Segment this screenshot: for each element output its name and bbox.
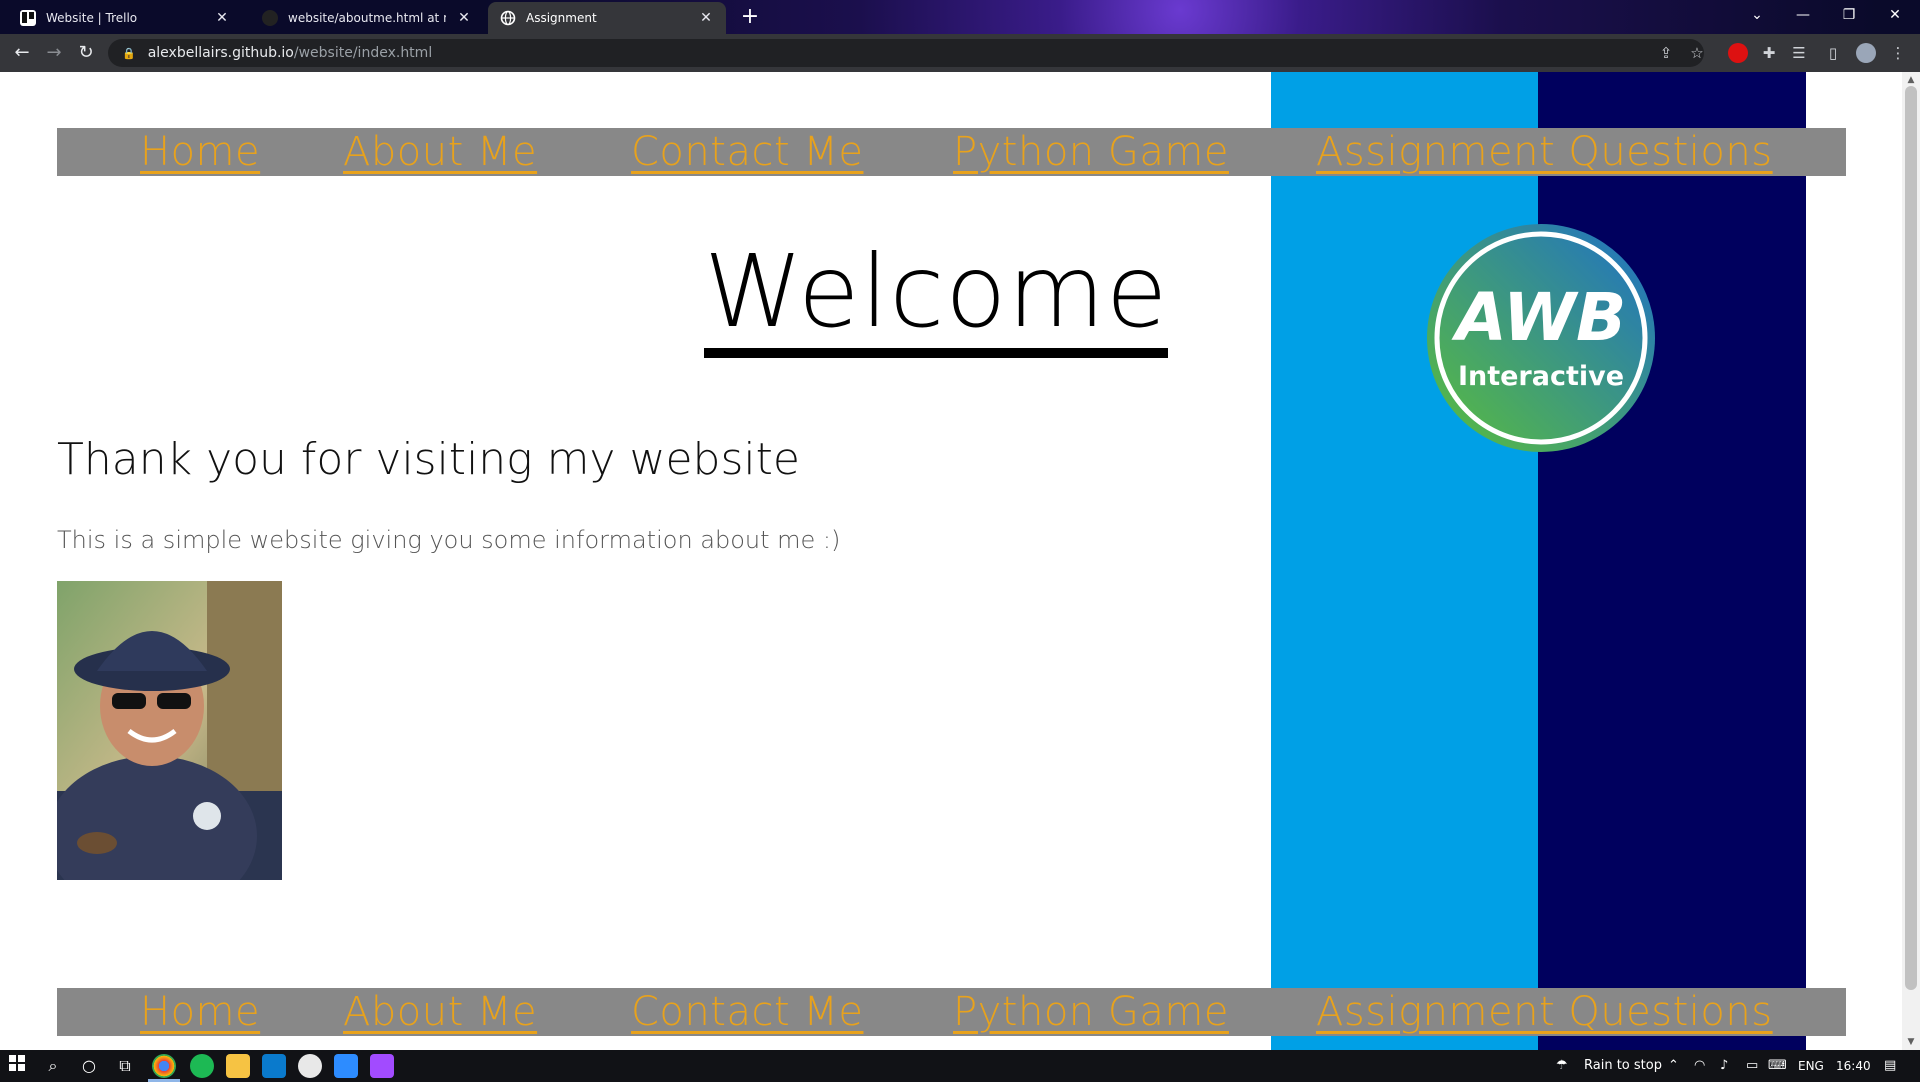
task-view-icon[interactable]: ⧉ (114, 1055, 136, 1077)
decorative-stripe-dark (1538, 72, 1806, 1050)
github-icon (262, 10, 278, 26)
awb-interactive-logo: AWB Interactive (1425, 222, 1657, 454)
volume-icon[interactable]: ♪ (1720, 1050, 1728, 1082)
extensions-puzzle-icon[interactable]: ✚ (1757, 41, 1781, 65)
nav-python-game-link[interactable]: Python Game (953, 988, 1229, 1036)
logo-text: Interactive (1458, 361, 1624, 392)
bottom-navigation: Home About Me Contact Me Python Game Ass… (57, 988, 1846, 1036)
decorative-stripe-light (1271, 72, 1538, 1050)
close-tab-icon[interactable]: ✕ (456, 10, 472, 26)
notifications-icon[interactable]: ▤ (1884, 1050, 1896, 1082)
page-viewport: Home About Me Contact Me Python Game Ass… (0, 72, 1902, 1050)
close-tab-icon[interactable]: ✕ (214, 10, 230, 26)
trello-icon (20, 10, 36, 26)
vscode-taskbar-icon[interactable] (262, 1054, 286, 1078)
intro-paragraph: This is a simple website giving you some… (57, 526, 841, 554)
search-icon[interactable]: ⌕ (42, 1055, 64, 1077)
zoom-taskbar-icon[interactable] (334, 1054, 358, 1078)
media-queue-icon[interactable]: ☰ (1787, 41, 1811, 65)
nav-about-link[interactable]: About Me (343, 128, 537, 176)
profile-photo (57, 581, 282, 880)
share-icon[interactable]: ⇪ (1654, 41, 1678, 65)
weather-icon[interactable]: ☂ (1556, 1050, 1568, 1082)
spotify-taskbar-icon[interactable] (190, 1054, 214, 1078)
file-explorer-taskbar-icon[interactable] (226, 1054, 250, 1078)
menu-kebab-icon[interactable]: ⋮ (1886, 41, 1910, 65)
tray-expand-icon[interactable]: ⌃ (1668, 1050, 1679, 1082)
heart-app-taskbar-icon[interactable] (370, 1054, 394, 1078)
tab-github[interactable]: website/aboutme.html at main · ✕ (250, 2, 484, 34)
forward-icon[interactable]: → (42, 41, 66, 65)
scrollbar-thumb[interactable] (1905, 86, 1917, 990)
close-window-button[interactable]: ✕ (1872, 0, 1918, 30)
cortana-icon[interactable]: ○ (78, 1055, 100, 1077)
scroll-up-arrow[interactable]: ▲ (1902, 74, 1920, 86)
logo-mark: AWB (1451, 279, 1627, 356)
tab-title: Assignment (526, 11, 597, 25)
back-icon[interactable]: ← (10, 41, 34, 65)
nav-home-link[interactable]: Home (140, 988, 260, 1036)
reload-icon[interactable]: ↻ (74, 41, 98, 65)
profile-avatar[interactable] (1856, 43, 1876, 63)
nav-home-link[interactable]: Home (140, 128, 260, 176)
extension-red-icon[interactable] (1728, 43, 1748, 63)
language-indicator[interactable]: ENG (1798, 1050, 1824, 1082)
browser-tab-bar: Website | Trello ✕ website/aboutme.html … (0, 0, 1920, 34)
battery-icon[interactable]: ▭ (1746, 1050, 1758, 1082)
restore-button[interactable]: ❐ (1826, 0, 1872, 30)
scroll-down-arrow[interactable]: ▼ (1902, 1036, 1920, 1048)
globe-icon (500, 10, 516, 26)
close-tab-icon[interactable]: ✕ (698, 10, 714, 26)
network-icon[interactable]: ◠ (1694, 1050, 1705, 1082)
url-host: alexbellairs.github.io (147, 45, 294, 61)
windows-taskbar: ⌕ ○ ⧉ ☂ Rain to stop ⌃ ◠ ♪ ▭ ⌨ ENG 16:40… (0, 1050, 1920, 1082)
minimize-button[interactable]: — (1780, 0, 1826, 30)
tab-assignment[interactable]: Assignment ✕ (488, 2, 726, 34)
nav-python-game-link[interactable]: Python Game (953, 128, 1229, 176)
app-taskbar-icon[interactable] (298, 1054, 322, 1078)
subheading: Thank you for visiting my website (57, 434, 800, 485)
page-title: Welcome (704, 242, 1169, 358)
chrome-taskbar-icon[interactable] (152, 1054, 176, 1078)
weather-text[interactable]: Rain to stop (1584, 1050, 1662, 1082)
bookmark-star-icon[interactable]: ☆ (1685, 41, 1709, 65)
lock-icon: 🔒 (122, 46, 136, 60)
tab-title: website/aboutme.html at main · (288, 11, 446, 25)
url-path: /website/index.html (293, 45, 433, 61)
nav-contact-link[interactable]: Contact Me (631, 128, 863, 176)
tab-trello[interactable]: Website | Trello ✕ (8, 2, 242, 34)
side-panel-icon[interactable]: ▯ (1821, 41, 1845, 65)
nav-assignment-link[interactable]: Assignment Questions (1316, 988, 1773, 1036)
tab-title: Website | Trello (46, 11, 138, 25)
address-bar[interactable]: 🔒 alexbellairs.github.io /website/index.… (108, 39, 1704, 67)
windows-start-icon[interactable] (6, 1055, 28, 1077)
top-navigation: Home About Me Contact Me Python Game Ass… (57, 128, 1846, 176)
clock[interactable]: 16:40 (1836, 1050, 1871, 1082)
keyboard-icon[interactable]: ⌨ (1768, 1050, 1787, 1082)
nav-about-link[interactable]: About Me (343, 988, 537, 1036)
nav-assignment-link[interactable]: Assignment Questions (1316, 128, 1773, 176)
new-tab-button[interactable]: + (736, 2, 764, 32)
tab-search-icon[interactable]: ⌄ (1734, 0, 1780, 30)
nav-contact-link[interactable]: Contact Me (631, 988, 863, 1036)
browser-toolbar: ← → ↻ 🔒 alexbellairs.github.io /website/… (0, 34, 1920, 72)
